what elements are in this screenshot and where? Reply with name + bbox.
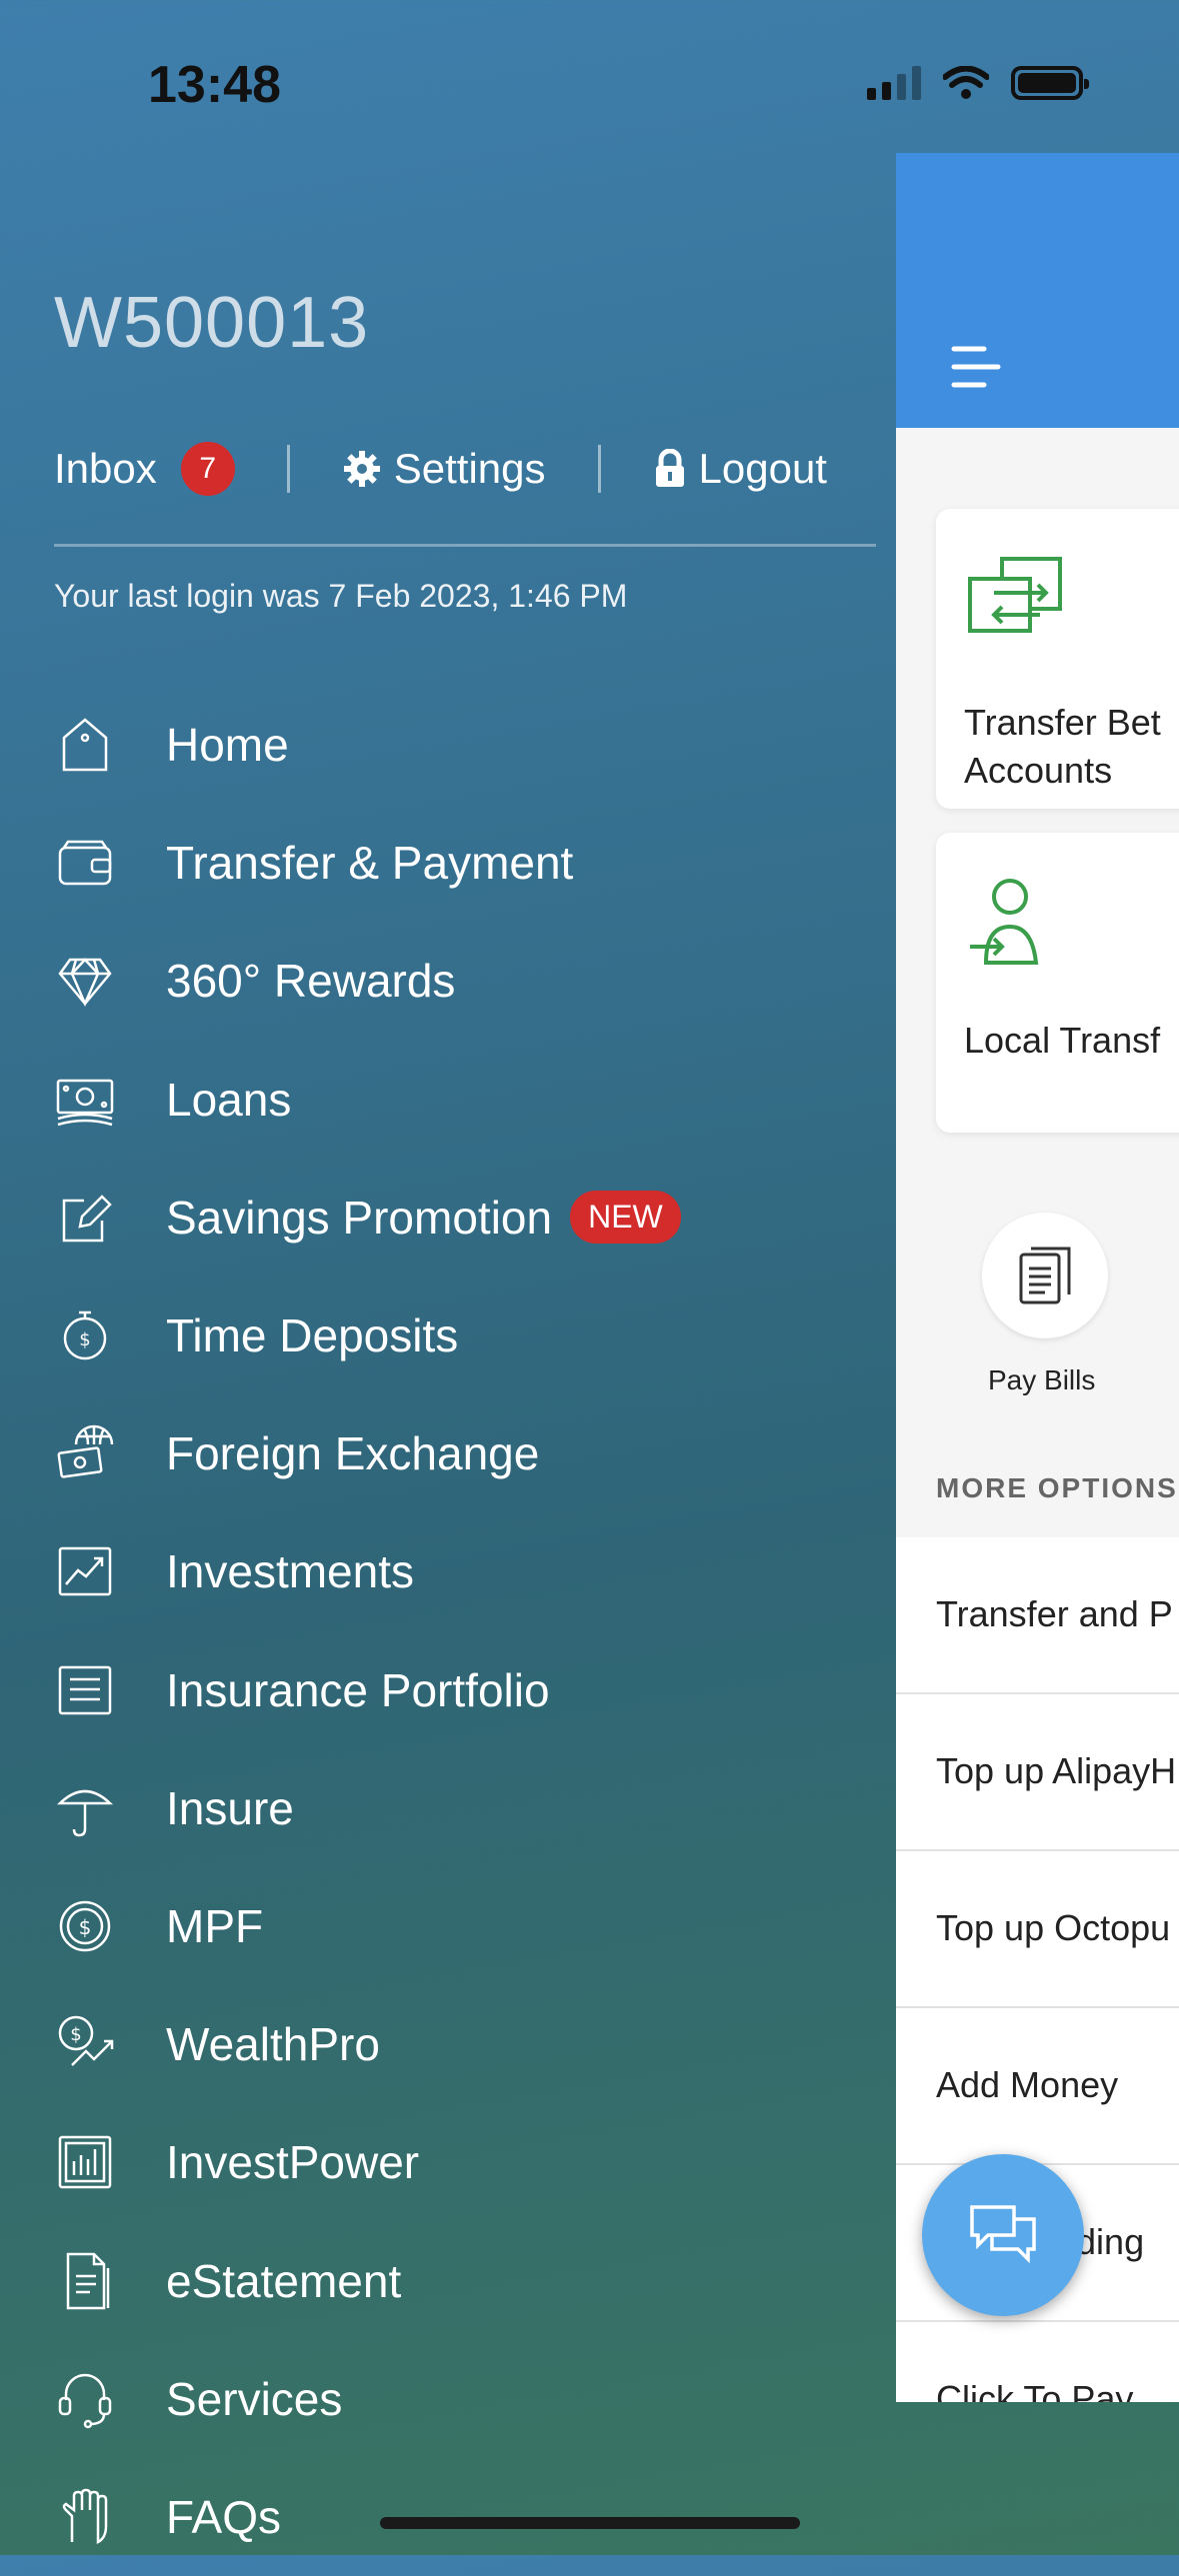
menu-item-services[interactable]: Services — [54, 2340, 681, 2458]
menu-item-label: Insurance Portfolio — [166, 1663, 550, 1716]
menu-item-estatement[interactable]: eStatement — [54, 2221, 681, 2339]
menu-item-label: Loans — [166, 1073, 292, 1126]
chat-bubbles-icon — [970, 2205, 1036, 2264]
menu-item-foreign-exchange[interactable]: Foreign Exchange — [54, 1394, 681, 1512]
menu-item-rewards[interactable]: 360° Rewards — [54, 922, 681, 1040]
menu-toggle-icon[interactable] — [948, 343, 1004, 393]
person-icon — [970, 879, 1039, 965]
menu-item-label: WealthPro — [166, 2018, 380, 2071]
option-click-to-pay[interactable]: Click To Pay — [896, 2322, 1179, 2402]
option-top-up-alipayhk[interactable]: Top up AlipayH — [896, 1694, 1179, 1851]
transfer-arrows-icon — [968, 557, 1062, 633]
pay-bills-label: Pay Bills — [988, 1364, 1096, 1395]
banknote-icon — [56, 1079, 114, 1126]
main-panel: Transfer Bet Accounts Local Transf Pay B… — [896, 153, 1179, 2402]
option-transfer-and-pay[interactable]: Transfer and P — [896, 1537, 1179, 1694]
wallet-icon — [58, 841, 112, 886]
list-icon — [58, 1665, 112, 1714]
menu-item-savings-promotion[interactable]: Savings Promotion NEW — [54, 1159, 681, 1277]
gear-icon — [343, 451, 380, 487]
menu-item-label: Home — [166, 719, 289, 772]
divider — [54, 544, 876, 547]
dollar-coin-icon: $ — [59, 1900, 111, 1952]
menu-item-label: Transfer & Payment — [166, 837, 574, 890]
chart-icon — [58, 1547, 112, 1596]
settings-label: Settings — [393, 445, 546, 492]
wifi-icon — [943, 66, 989, 99]
transfer-between-label: Transfer Bet Accounts — [964, 702, 1161, 791]
side-drawer: W500013 Inbox 7 Settings Logout Your las… — [0, 0, 896, 2555]
chat-button[interactable] — [922, 2154, 1084, 2316]
inbox-count-badge: 7 — [180, 442, 235, 496]
globe-money-icon — [57, 1424, 114, 1478]
menu-item-time-deposits[interactable]: $ Time Deposits — [54, 1277, 681, 1394]
drawer-menu: Home Transfer & Payment 360° Rewards Loa… — [54, 686, 681, 2576]
menu-item-investments[interactable]: Investments — [54, 1512, 681, 1630]
menu-item-insurance-portfolio[interactable]: Insurance Portfolio — [54, 1631, 681, 1749]
menu-item-label: Services — [166, 2372, 343, 2425]
menu-item-label: InvestPower — [166, 2136, 420, 2189]
pay-bills-button[interactable] — [982, 1213, 1108, 1338]
hand-icon — [62, 2488, 108, 2544]
menu-item-label: MPF — [166, 1899, 264, 1952]
menu-item-label: Insure — [166, 1781, 294, 1834]
diamond-icon — [58, 958, 112, 1008]
panel-header — [896, 153, 1179, 428]
user-id: W500013 — [54, 283, 370, 363]
lock-icon — [655, 449, 684, 487]
home-indicator — [380, 2517, 800, 2529]
status-icons — [867, 66, 1089, 100]
menu-item-label: FAQs — [166, 2490, 282, 2543]
document-icon — [66, 2252, 110, 2309]
more-options-heading: MORE OPTIONS — [936, 1472, 1178, 1503]
local-transfer-card[interactable]: Local Transf — [936, 833, 1179, 1133]
menu-item-wealthpro[interactable]: $ WealthPro — [54, 1985, 681, 2103]
menu-item-loans[interactable]: Loans — [54, 1041, 681, 1159]
menu-item-label: Time Deposits — [166, 1309, 459, 1362]
menu-item-transfer-payment[interactable]: Transfer & Payment — [54, 804, 681, 922]
top-links: Inbox 7 Settings Logout — [54, 442, 827, 496]
menu-item-investpower[interactable]: InvestPower — [54, 2103, 681, 2221]
menu-item-label: eStatement — [166, 2254, 402, 2307]
svg-text:$: $ — [70, 2024, 81, 2045]
menu-item-insure[interactable]: Insure — [54, 1749, 681, 1867]
option-add-money[interactable]: Add Money — [896, 2008, 1179, 2165]
umbrella-icon — [56, 1789, 114, 1837]
settings-link[interactable]: Settings — [342, 445, 546, 493]
new-badge: NEW — [570, 1191, 681, 1245]
menu-item-label: Investments — [166, 1545, 414, 1598]
dollar-trend-icon: $ — [58, 2015, 114, 2067]
link-separator — [286, 445, 290, 493]
svg-text:$: $ — [79, 1329, 90, 1350]
menu-item-label: Savings Promotion — [166, 1191, 553, 1244]
menu-item-mpf[interactable]: $ MPF — [54, 1867, 681, 1985]
local-transfer-label: Local Transf — [964, 1020, 1161, 1061]
inbox-link[interactable]: Inbox 7 — [54, 442, 235, 496]
transfer-between-accounts-card[interactable]: Transfer Bet Accounts — [936, 509, 1179, 809]
home-icon — [62, 718, 108, 772]
menu-item-label: Foreign Exchange — [166, 1427, 540, 1480]
headset-icon — [58, 2373, 112, 2428]
menu-item-label: 360° Rewards — [166, 955, 456, 1008]
option-top-up-octopus[interactable]: Top up Octopu — [896, 1851, 1179, 2008]
logout-label: Logout — [698, 445, 827, 492]
svg-text:$: $ — [79, 1915, 92, 1939]
inbox-label: Inbox — [54, 445, 157, 492]
stopwatch-dollar-icon: $ — [63, 1310, 107, 1360]
bar-chart-icon — [58, 2136, 112, 2189]
battery-icon — [1011, 66, 1089, 100]
bill-document-icon — [1019, 1247, 1071, 1304]
last-login-text: Your last login was 7 Feb 2023, 1:46 PM — [54, 578, 628, 614]
logout-link[interactable]: Logout — [653, 445, 827, 493]
menu-item-home[interactable]: Home — [54, 686, 681, 804]
edit-icon — [62, 1195, 112, 1243]
link-separator — [597, 445, 601, 493]
